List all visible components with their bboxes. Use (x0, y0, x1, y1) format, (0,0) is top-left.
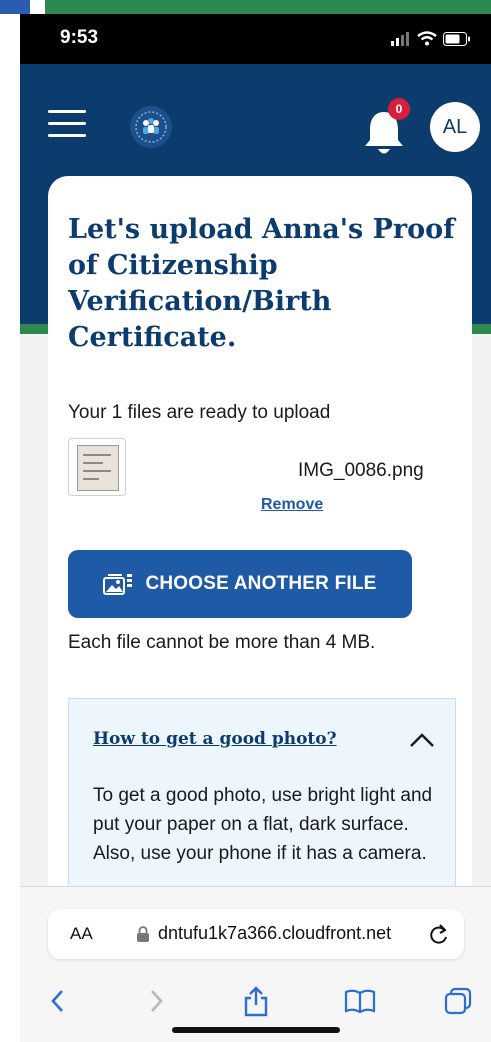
top-strip (0, 0, 491, 14)
top-strip-blue (0, 0, 30, 14)
bookmarks-button[interactable] (342, 983, 378, 1019)
battery-icon (443, 31, 470, 46)
chevron-left-icon (51, 990, 63, 1012)
top-strip-green (45, 0, 491, 14)
signal-icon (391, 31, 409, 46)
page-title: Let's upload Anna's Proof of Citizenship… (68, 214, 455, 353)
menu-icon (48, 110, 86, 113)
status-time: 9:53 (60, 27, 99, 48)
document-image-icon (77, 445, 119, 491)
book-icon (344, 989, 376, 1014)
chevron-up-icon (410, 733, 434, 747)
wifi-icon (417, 31, 437, 46)
photo-tips-toggle[interactable]: How to get a good photo? (93, 729, 337, 749)
upload-card: Let's upload Anna's Proof of Citizenship… (48, 176, 472, 940)
collapse-button[interactable] (405, 727, 439, 753)
user-avatar[interactable]: AL (430, 102, 480, 152)
lock-icon (137, 926, 149, 942)
url-text: dntufu1k7a366.cloudfront.net (158, 923, 392, 943)
tabs-icon (444, 987, 472, 1015)
phone-screen: 9:53 0 AL Let's upload Anna's Proof of C… (20, 14, 491, 1042)
choose-another-file-button[interactable]: CHOOSE ANOTHER FILE (68, 550, 412, 618)
agency-seal-logo (130, 106, 172, 148)
choose-file-label: CHOOSE ANOTHER FILE (145, 573, 377, 594)
home-indicator (172, 1027, 340, 1033)
seal-icon (135, 111, 167, 143)
back-button[interactable] (40, 983, 76, 1019)
file-name: IMG_0086.png (298, 460, 424, 481)
remove-file-link[interactable]: Remove (261, 496, 323, 514)
tabs-button[interactable] (440, 983, 476, 1019)
reload-icon[interactable] (428, 922, 450, 946)
file-size-limit-text: Each file cannot be more than 4 MB. (68, 632, 376, 653)
status-bar: 9:53 (20, 14, 491, 64)
address-bar[interactable]: AA dntufu1k7a366.cloudfront.net (48, 909, 464, 959)
share-icon (244, 986, 268, 1017)
chevron-right-icon (151, 990, 163, 1012)
ready-status-text: Your 1 files are ready to upload (68, 402, 331, 423)
file-thumbnail (68, 438, 126, 496)
image-upload-icon (103, 574, 133, 595)
menu-button[interactable] (48, 110, 86, 140)
share-button[interactable] (238, 983, 274, 1019)
status-icons (391, 31, 471, 46)
photo-tips-body: To get a good photo, use bright light an… (93, 785, 433, 864)
browser-toolbar: AA dntufu1k7a366.cloudfront.net (20, 886, 491, 1042)
forward-button[interactable] (138, 983, 174, 1019)
notification-badge: 0 (388, 98, 410, 120)
text-size-button[interactable]: AA (70, 924, 93, 944)
